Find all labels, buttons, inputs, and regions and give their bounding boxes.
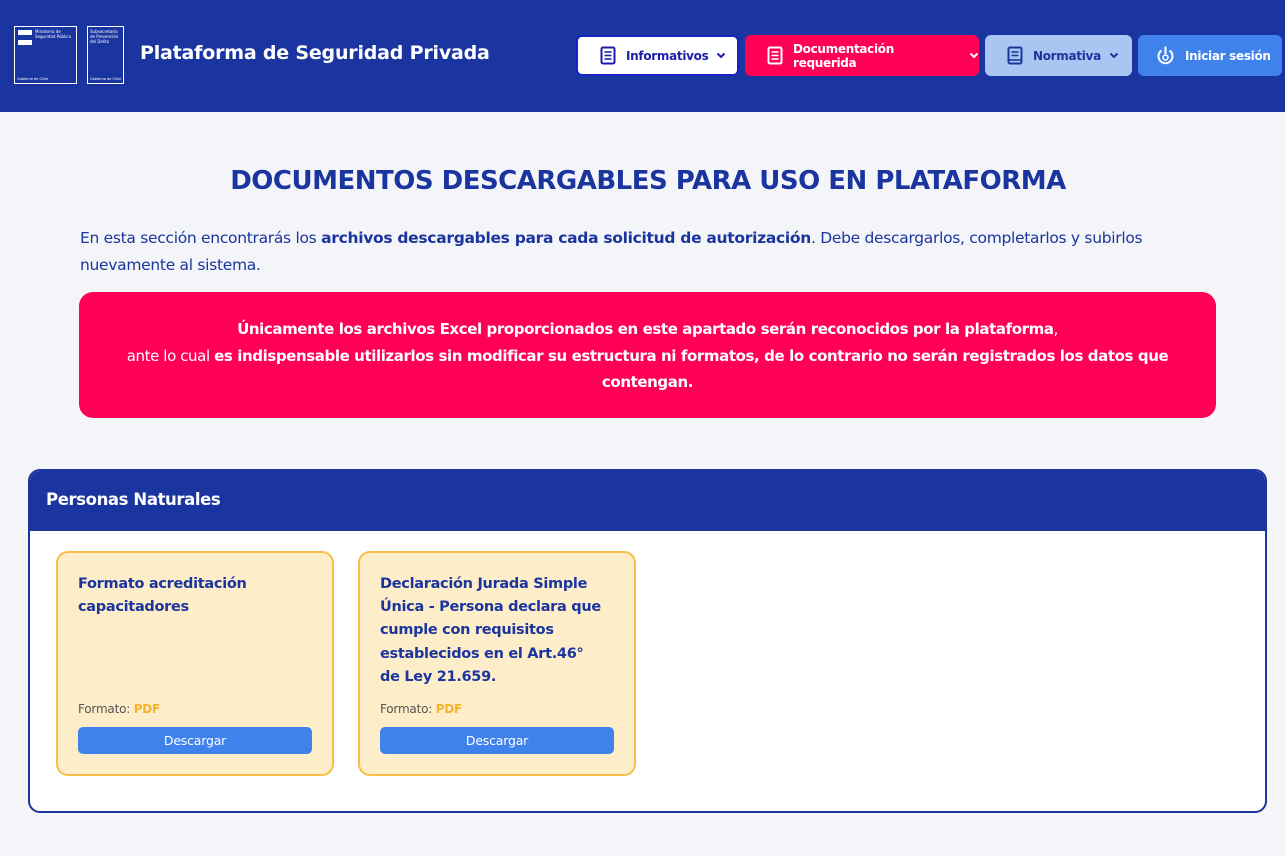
nav-informativos-button[interactable]: Informativos [576, 35, 739, 76]
alert-line2-pre: ante lo cual [126, 346, 215, 365]
card-format: Formato: PDF [380, 702, 462, 716]
document-icon [600, 46, 616, 65]
alert-line1-post: , [1053, 320, 1059, 338]
format-label: Formato: [78, 702, 131, 716]
format-value: PDF [133, 702, 161, 716]
document-card: Formato acreditación capacitadores Forma… [56, 551, 334, 776]
card-title: Formato acreditación capacitadores [78, 576, 247, 616]
card-title: Declaración Jurada Simple Única - Person… [380, 576, 601, 685]
section-title: Personas Naturales [46, 490, 221, 509]
format-label: Formato: [380, 702, 433, 716]
alert-line1-bold: Únicamente los archivos Excel proporcion… [237, 320, 1054, 338]
document-icon [767, 46, 783, 65]
intro-bold: archivos descargables para cada solicitu… [321, 229, 811, 247]
download-button[interactable]: Descargar [380, 727, 614, 754]
intro-pre: En esta sección encontrarás los [80, 229, 322, 247]
chevron-down-icon [716, 52, 726, 59]
site-header: Ministerio de Seguridad Pública Gobierno… [0, 0, 1285, 112]
subsecretaria-logo[interactable]: Subsecretaría de Prevención del Delito G… [87, 26, 124, 84]
nav-normativa-button[interactable]: Normativa [985, 35, 1132, 76]
nav-documentacion-button[interactable]: Documentación requerida [745, 35, 979, 76]
document-card: Declaración Jurada Simple Única - Person… [358, 551, 636, 776]
nav-normativa-label: Normativa [1033, 48, 1101, 63]
nav-informativos-label: Informativos [626, 48, 709, 63]
intro-text: En esta sección encontrarás los archivos… [80, 225, 1200, 279]
nav-documentacion-label: Documentación requerida [793, 41, 894, 70]
logo-primary-footer: Gobierno de Chile [17, 77, 49, 81]
download-button[interactable]: Descargar [78, 727, 312, 754]
logo-secondary-footer: Gobierno de Chile [90, 77, 122, 81]
logo-flag-icon [18, 30, 32, 45]
card-format: Formato: PDF [78, 702, 160, 716]
format-value: PDF [435, 702, 463, 716]
page-title: DOCUMENTOS DESCARGABLES PARA USO EN PLAT… [230, 166, 1066, 196]
power-icon [1156, 45, 1175, 66]
login-button[interactable]: Iniciar sesión [1138, 35, 1282, 76]
logo-primary-text: Ministerio de Seguridad Pública [35, 29, 71, 39]
book-icon [1007, 46, 1023, 65]
login-label: Iniciar sesión [1185, 48, 1271, 63]
chevron-down-icon [969, 52, 979, 59]
warning-alert: Únicamente los archivos Excel proporcion… [79, 292, 1216, 418]
logo-secondary-text: Subsecretaría de Prevención del Delito [90, 29, 119, 44]
chevron-down-icon [1109, 52, 1119, 59]
alert-line2-bold: es indispensable utilizarlos sin modific… [214, 346, 1169, 392]
section-header: Personas Naturales [30, 471, 1265, 531]
site-title[interactable]: Plataforma de Seguridad Privada [140, 42, 490, 64]
personas-naturales-section: Personas Naturales Formato acreditación … [28, 469, 1267, 813]
ministry-logo[interactable]: Ministerio de Seguridad Pública Gobierno… [14, 26, 77, 84]
